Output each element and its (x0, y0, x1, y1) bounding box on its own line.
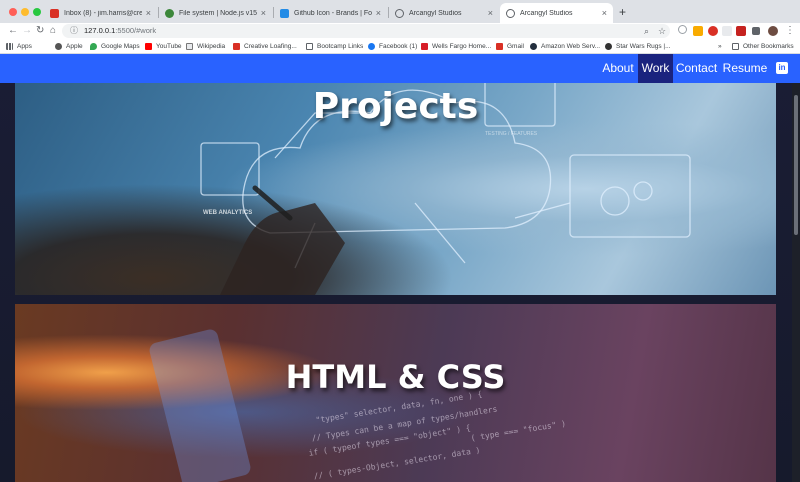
profile-avatar-icon[interactable] (768, 26, 778, 36)
forward-arrow-icon[interactable]: → (22, 24, 32, 38)
html-css-card[interactable]: "types" selector, data, fn, one ) { // T… (15, 304, 776, 482)
phone-silhouette (147, 327, 253, 482)
back-arrow-icon[interactable]: ← (8, 24, 18, 38)
info-icon[interactable]: ⓘ (70, 24, 78, 38)
tab-close-icon[interactable]: × (488, 8, 493, 18)
star-wars-icon (605, 42, 612, 50)
url-host: 127.0.0.1 (84, 26, 116, 35)
youtube-icon (145, 42, 152, 50)
gmail-icon (496, 42, 503, 50)
puzzle-piece-icon[interactable] (752, 27, 760, 35)
aws-icon (530, 42, 537, 50)
gmail-favicon-icon (50, 8, 59, 18)
nav-link-contact[interactable]: Contact (673, 54, 720, 83)
html-css-title: HTML & CSS (285, 358, 506, 396)
extension-icon[interactable] (722, 26, 732, 36)
facebook-icon (368, 42, 375, 50)
projects-card[interactable]: WEB ANALYTICS TESTING / FEATURES Project… (15, 83, 776, 295)
tab-close-icon[interactable]: × (376, 8, 381, 18)
minimize-window-button[interactable] (21, 8, 29, 16)
tab-close-icon[interactable]: × (261, 8, 266, 18)
site-navbar: About Work Contact Resume in (0, 54, 800, 83)
browser-tab-nodejs[interactable]: File system | Node.js v15.14.0 × (159, 3, 272, 23)
code-line: ( type === "focus" ) (470, 418, 567, 443)
projects-title: Projects (312, 86, 479, 127)
reload-icon[interactable]: ↻ (36, 24, 44, 38)
bookmark-bootcamp-links[interactable]: Bootcamp Links (306, 39, 363, 53)
extension-icon[interactable] (693, 26, 703, 36)
bookmarks-bar: Apps Apple Google Maps YouTube Wikipedia… (0, 39, 800, 54)
bookmark-wells-fargo[interactable]: Wells Fargo Home... (421, 39, 491, 53)
bookmark-apple[interactable]: Apple (55, 39, 83, 53)
testing-features-label: TESTING / FEATURES (485, 131, 538, 137)
tab-close-icon[interactable]: × (602, 8, 607, 18)
browser-tab-bar: Inbox (8) - jim.harris@creativ × File sy… (0, 0, 800, 23)
nav-link-resume[interactable]: Resume (720, 54, 770, 83)
globe-favicon-icon (395, 8, 404, 18)
extension-icon[interactable] (736, 26, 746, 36)
apps-grid-icon (6, 42, 13, 50)
bookmark-facebook[interactable]: Facebook (1) (368, 39, 417, 53)
nav-link-work[interactable]: Work (638, 54, 673, 83)
map-pin-icon (90, 42, 97, 50)
zoom-search-icon[interactable]: ⌕ (644, 24, 649, 38)
bookmark-google-maps[interactable]: Google Maps (90, 39, 140, 53)
bookmark-creative-loafing[interactable]: Creative Loafing... (233, 39, 297, 53)
nodejs-favicon-icon (165, 8, 174, 18)
nav-link-about[interactable]: About (598, 54, 638, 83)
bookmark-gmail[interactable]: Gmail (496, 39, 524, 53)
wikipedia-icon (186, 42, 193, 50)
new-tab-button[interactable]: + (619, 5, 626, 19)
bookmarks-overflow-button[interactable]: » (718, 39, 722, 53)
page-scrollbar[interactable] (792, 83, 800, 482)
address-bar[interactable]: ⓘ 127.0.0.1:5500/#work ⌕ ☆ (62, 24, 670, 38)
apple-icon (55, 42, 62, 50)
bookmark-wikipedia[interactable]: Wikipedia (186, 39, 225, 53)
browser-tab-fontawesome[interactable]: Github Icon - Brands | Font Aw × (274, 3, 387, 23)
menu-kebab-icon[interactable]: ⋮ (785, 24, 795, 38)
extension-icon[interactable] (708, 26, 718, 36)
wells-fargo-icon (421, 42, 428, 50)
folder-icon (732, 42, 739, 50)
browser-tab-gmail[interactable]: Inbox (8) - jim.harris@creativ × (44, 3, 157, 23)
globe-favicon-icon (506, 8, 515, 18)
bookmark-youtube[interactable]: YouTube (145, 39, 182, 53)
scrollbar-thumb[interactable] (794, 95, 798, 235)
bookmark-star-wars-rugs[interactable]: Star Wars Rugs |... (605, 39, 671, 53)
tab-close-icon[interactable]: × (146, 8, 151, 18)
bookmark-apps[interactable]: Apps (6, 39, 32, 53)
close-window-button[interactable] (9, 8, 17, 16)
other-bookmarks-folder[interactable]: Other Bookmarks (732, 39, 794, 53)
bookmark-aws[interactable]: Amazon Web Serv... (530, 39, 600, 53)
folder-icon (306, 42, 313, 50)
browser-tab-arcangyl-active[interactable]: Arcangyl Studios × (500, 3, 613, 23)
linkedin-icon[interactable]: in (776, 62, 788, 74)
gmail-icon (233, 42, 240, 50)
browser-toolbar: ← → ↻ ⌂ ⓘ 127.0.0.1:5500/#work ⌕ ☆ ⋮ (0, 23, 800, 39)
web-analytics-label: WEB ANALYTICS (203, 210, 253, 216)
extension-circle-icon[interactable] (678, 25, 687, 34)
page-viewport: About Work Contact Resume in WEB ANALYTI… (0, 54, 800, 482)
url-path: :5500/#work (115, 26, 157, 35)
home-icon[interactable]: ⌂ (50, 24, 56, 38)
zoom-window-button[interactable] (33, 8, 41, 16)
fontawesome-favicon-icon (280, 8, 289, 18)
bookmark-star-icon[interactable]: ☆ (658, 24, 666, 38)
browser-tab-arcangyl-1[interactable]: Arcangyl Studios × (389, 3, 499, 23)
